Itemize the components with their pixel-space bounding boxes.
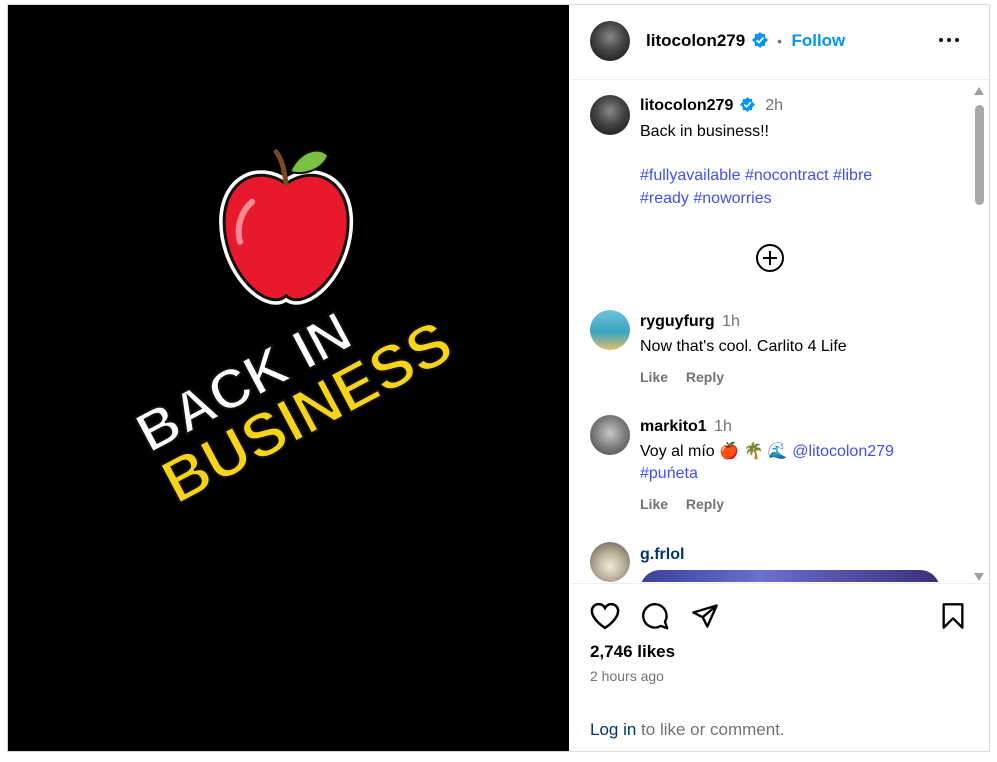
comment-header: ryguyfurg 1h: [640, 313, 740, 331]
post-header: litocolon279 • Follow: [570, 5, 989, 80]
login-prompt: Log in to like or comment.: [590, 720, 785, 740]
save-bookmark-icon[interactable]: [940, 602, 966, 630]
scroll-down-arrow-icon[interactable]: [974, 573, 984, 581]
comment-avatar[interactable]: [590, 310, 630, 350]
like-heart-icon[interactable]: [590, 602, 620, 630]
comment-avatar[interactable]: [590, 415, 630, 455]
comment-actions: Like Reply: [640, 496, 738, 512]
comment-time[interactable]: 1h: [722, 313, 740, 330]
post-footer: 2,746 likes 2 hours ago Log in to like o…: [570, 583, 989, 752]
comment-username[interactable]: ryguyfurg: [640, 313, 715, 330]
avatar[interactable]: [590, 21, 630, 61]
comment-text: Now that's cool. Carlito 4 Life: [640, 338, 847, 355]
comment-avatar[interactable]: [590, 542, 630, 582]
hashtag-link[interactable]: #fullyavailable: [640, 167, 741, 184]
load-more-comments-icon[interactable]: [755, 243, 785, 273]
comment-like-button[interactable]: Like: [640, 369, 668, 385]
mention-link[interactable]: @litocolon279: [792, 443, 894, 460]
caption-avatar[interactable]: [590, 95, 630, 135]
comments-scrollbar[interactable]: [973, 85, 985, 581]
comment-image-attachment[interactable]: [640, 570, 940, 582]
header-username[interactable]: litocolon279: [646, 31, 745, 50]
comment-username[interactable]: markito1: [640, 418, 707, 435]
comment-time[interactable]: 1h: [714, 418, 732, 435]
verified-badge-icon: [751, 32, 768, 49]
comment-reply-button[interactable]: Reply: [686, 369, 724, 385]
post-media[interactable]: BACK IN BUSINESS: [8, 5, 569, 751]
verified-badge-icon: [739, 96, 755, 112]
hashtag-link[interactable]: #nocontract: [745, 167, 829, 184]
scroll-up-arrow-icon[interactable]: [974, 87, 984, 95]
comment-reply-button[interactable]: Reply: [686, 496, 724, 512]
header-separator: •: [777, 33, 782, 49]
hashtag-link[interactable]: #puńeta: [640, 465, 698, 482]
share-paper-plane-icon[interactable]: [690, 602, 720, 630]
scroll-thumb[interactable]: [975, 105, 984, 205]
comment-text: Voy al mío 🍎 🌴 🌊 @litocolon279: [640, 440, 894, 463]
login-prompt-text: to like or comment.: [636, 720, 785, 739]
post-side-panel: litocolon279 • Follow litocolon279 2h Ba…: [570, 5, 989, 751]
caption-username[interactable]: litocolon279: [640, 97, 733, 114]
comment-header: g.frlol: [640, 546, 684, 564]
caption-time[interactable]: 2h: [765, 97, 783, 114]
comment-emojis: 🍎 🌴 🌊: [719, 443, 788, 460]
follow-button[interactable]: Follow: [791, 31, 845, 50]
post-time-ago[interactable]: 2 hours ago: [590, 668, 664, 684]
back-in-business-graphic: BACK IN BUSINESS: [125, 149, 464, 518]
comments-list[interactable]: litocolon279 2h Back in business!! #full…: [570, 80, 989, 582]
comment-actions: Like Reply: [640, 369, 738, 385]
hashtag-link[interactable]: #noworries: [693, 190, 771, 207]
caption-hashtags-line2: #ready #noworries: [640, 187, 772, 210]
comment-like-button[interactable]: Like: [640, 496, 668, 512]
comment-text-prefix: Voy al mío: [640, 443, 715, 460]
hashtag-link[interactable]: #libre: [833, 167, 872, 184]
login-link[interactable]: Log in: [590, 720, 636, 739]
comment-username[interactable]: g.frlol: [640, 546, 684, 563]
caption-hashtags-line1: #fullyavailable #nocontract #libre: [640, 164, 872, 187]
apple-icon: [219, 149, 354, 305]
likes-count[interactable]: 2,746 likes: [590, 642, 675, 662]
comment-header: markito1 1h: [640, 418, 732, 436]
caption-header: litocolon279 2h: [640, 96, 783, 115]
caption-text: Back in business!!: [640, 123, 769, 140]
hashtag-link[interactable]: #ready: [640, 190, 689, 207]
comment-bubble-icon[interactable]: [640, 602, 670, 630]
comment-text-line2: #puńeta: [640, 462, 698, 485]
more-options-icon[interactable]: [937, 28, 967, 52]
